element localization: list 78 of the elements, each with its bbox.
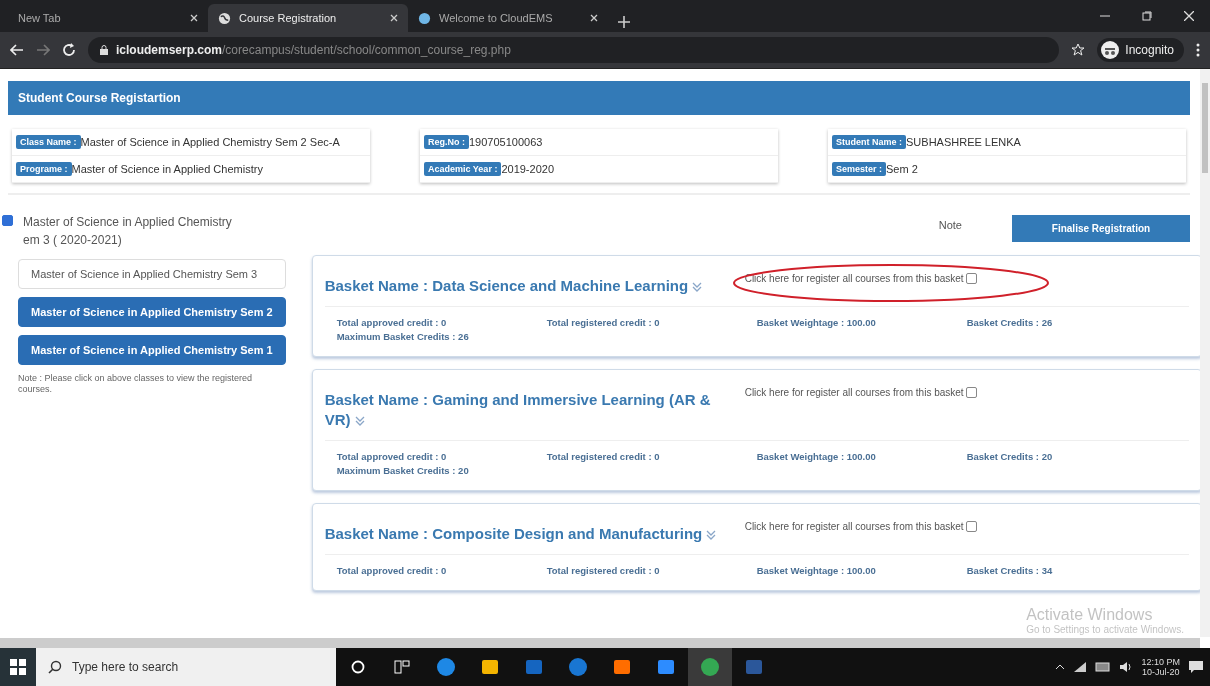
globe-icon bbox=[218, 11, 231, 25]
star-icon[interactable] bbox=[1071, 43, 1086, 57]
close-icon[interactable] bbox=[390, 14, 398, 22]
basket-stat: Basket Credits : 26 bbox=[966, 317, 1054, 328]
clock[interactable]: 12:10 PM 10-Jul-20 bbox=[1141, 657, 1180, 677]
note-label: Note bbox=[938, 219, 962, 231]
taskbar-search[interactable]: Type here to search bbox=[36, 648, 336, 686]
menu-icon[interactable] bbox=[1196, 43, 1200, 57]
basket-stat: Maximum Basket Credits : 26 bbox=[336, 331, 470, 342]
basket-stat: Basket Credits : 20 bbox=[966, 451, 1054, 462]
basket-stat: Basket Weightage : 100.00 bbox=[756, 565, 877, 576]
field-value: Master of Science in Applied Chemistry Sem 2 Sec-A bbox=[80, 136, 340, 148]
basket-stat: Total registered credit : 0 bbox=[546, 451, 661, 462]
basket-stat: Total approved credit : 0 bbox=[336, 451, 448, 462]
register-all-label: Click here for register all courses from this basket bbox=[744, 520, 964, 532]
incognito-button[interactable]: Incognito bbox=[1097, 38, 1184, 62]
class-button[interactable]: Master of Science in Applied Chemistry Sem 3 bbox=[18, 259, 286, 289]
activation-title: Activate Windows bbox=[1026, 606, 1154, 624]
speaker-icon[interactable] bbox=[1119, 661, 1134, 673]
field-value: Sem 2 bbox=[886, 163, 918, 175]
field-value: SUBHASHREE LENKA bbox=[906, 136, 1021, 148]
register-all-label: Click here for register all courses from this basket bbox=[744, 386, 964, 398]
field-label: Student Name : bbox=[832, 135, 906, 149]
field-label: Reg.No : bbox=[424, 135, 469, 149]
field-label: Class Name : bbox=[16, 135, 81, 149]
note-text: Note : Please click on above classes to view the registered courses. bbox=[18, 373, 254, 395]
lock-icon bbox=[100, 45, 108, 55]
checkbox[interactable] bbox=[965, 520, 977, 532]
network-icon[interactable] bbox=[1073, 661, 1088, 673]
chevron-up-icon[interactable] bbox=[1055, 664, 1066, 670]
checkbox-label: em 3 ( 2020-2021) bbox=[23, 233, 123, 247]
close-icon[interactable] bbox=[190, 14, 198, 22]
address-bar[interactable]: icloudemserp.com/corecampus/student/school/common_course_reg.php bbox=[88, 37, 1060, 63]
checkbox[interactable] bbox=[965, 386, 977, 398]
close-icon[interactable] bbox=[1184, 11, 1194, 21]
basket-stat: Basket Credits : 34 bbox=[966, 565, 1054, 576]
checkbox[interactable] bbox=[965, 272, 977, 284]
start-button[interactable] bbox=[0, 648, 36, 686]
finalise-button[interactable]: Finalise Registration bbox=[1012, 215, 1190, 242]
class-button[interactable]: Master of Science in Applied Chemistry Sem 1 bbox=[18, 335, 286, 365]
scrollbar[interactable] bbox=[1200, 69, 1210, 637]
basket-stat: Maximum Basket Credits : 20 bbox=[336, 465, 470, 476]
new-tab-icon[interactable] bbox=[618, 16, 630, 28]
restore-icon[interactable] bbox=[1142, 11, 1152, 21]
basket-title: Basket Name : Gaming and Immersive Learning (AR & VR) bbox=[324, 390, 712, 430]
globe-icon bbox=[418, 11, 431, 25]
browser-tab[interactable]: Welcome to CloudEMS bbox=[408, 4, 608, 32]
notification-icon[interactable] bbox=[1188, 660, 1204, 674]
incognito-icon bbox=[1101, 41, 1120, 59]
forward-icon[interactable] bbox=[36, 44, 50, 56]
back-icon[interactable] bbox=[10, 44, 24, 56]
browser-tab[interactable]: Course Registration bbox=[208, 4, 408, 32]
field-label: Programe : bbox=[16, 162, 72, 176]
field-value: 2019-2020 bbox=[501, 163, 554, 175]
scrollbar[interactable] bbox=[0, 638, 1200, 648]
reload-icon[interactable] bbox=[62, 43, 76, 57]
browser-tab[interactable]: New Tab bbox=[8, 4, 208, 32]
basket-stat: Total approved credit : 0 bbox=[336, 317, 448, 328]
windows-icon bbox=[10, 659, 26, 675]
basket-title: Basket Name : Composite Design and Manufacturing bbox=[324, 524, 725, 544]
field-label: Academic Year : bbox=[424, 162, 502, 176]
class-button[interactable]: Master of Science in Applied Chemistry Sem 2 bbox=[18, 297, 286, 327]
activation-text: Go to Settings to activate Windows. bbox=[1026, 624, 1184, 635]
basket-stat: Total registered credit : 0 bbox=[546, 317, 661, 328]
field-value: Master of Science in Applied Chemistry bbox=[71, 163, 263, 175]
field-value: 190705100063 bbox=[469, 136, 543, 148]
basket-stat: Total registered credit : 0 bbox=[546, 565, 661, 576]
checkbox-label: Master of Science in Applied Chemistry bbox=[23, 215, 232, 229]
basket-stat: Basket Weightage : 100.00 bbox=[756, 451, 877, 462]
basket-stat: Basket Weightage : 100.00 bbox=[756, 317, 877, 328]
checkbox[interactable] bbox=[2, 215, 13, 226]
basket-stat: Total approved credit : 0 bbox=[336, 565, 448, 576]
page-header: Student Course Registartion bbox=[8, 81, 1190, 115]
basket-title: Basket Name : Data Science and Machine Learning bbox=[324, 276, 725, 296]
close-icon[interactable] bbox=[590, 14, 598, 22]
battery-icon[interactable] bbox=[1095, 662, 1112, 672]
field-label: Semester : bbox=[832, 162, 887, 176]
search-icon bbox=[48, 660, 62, 674]
